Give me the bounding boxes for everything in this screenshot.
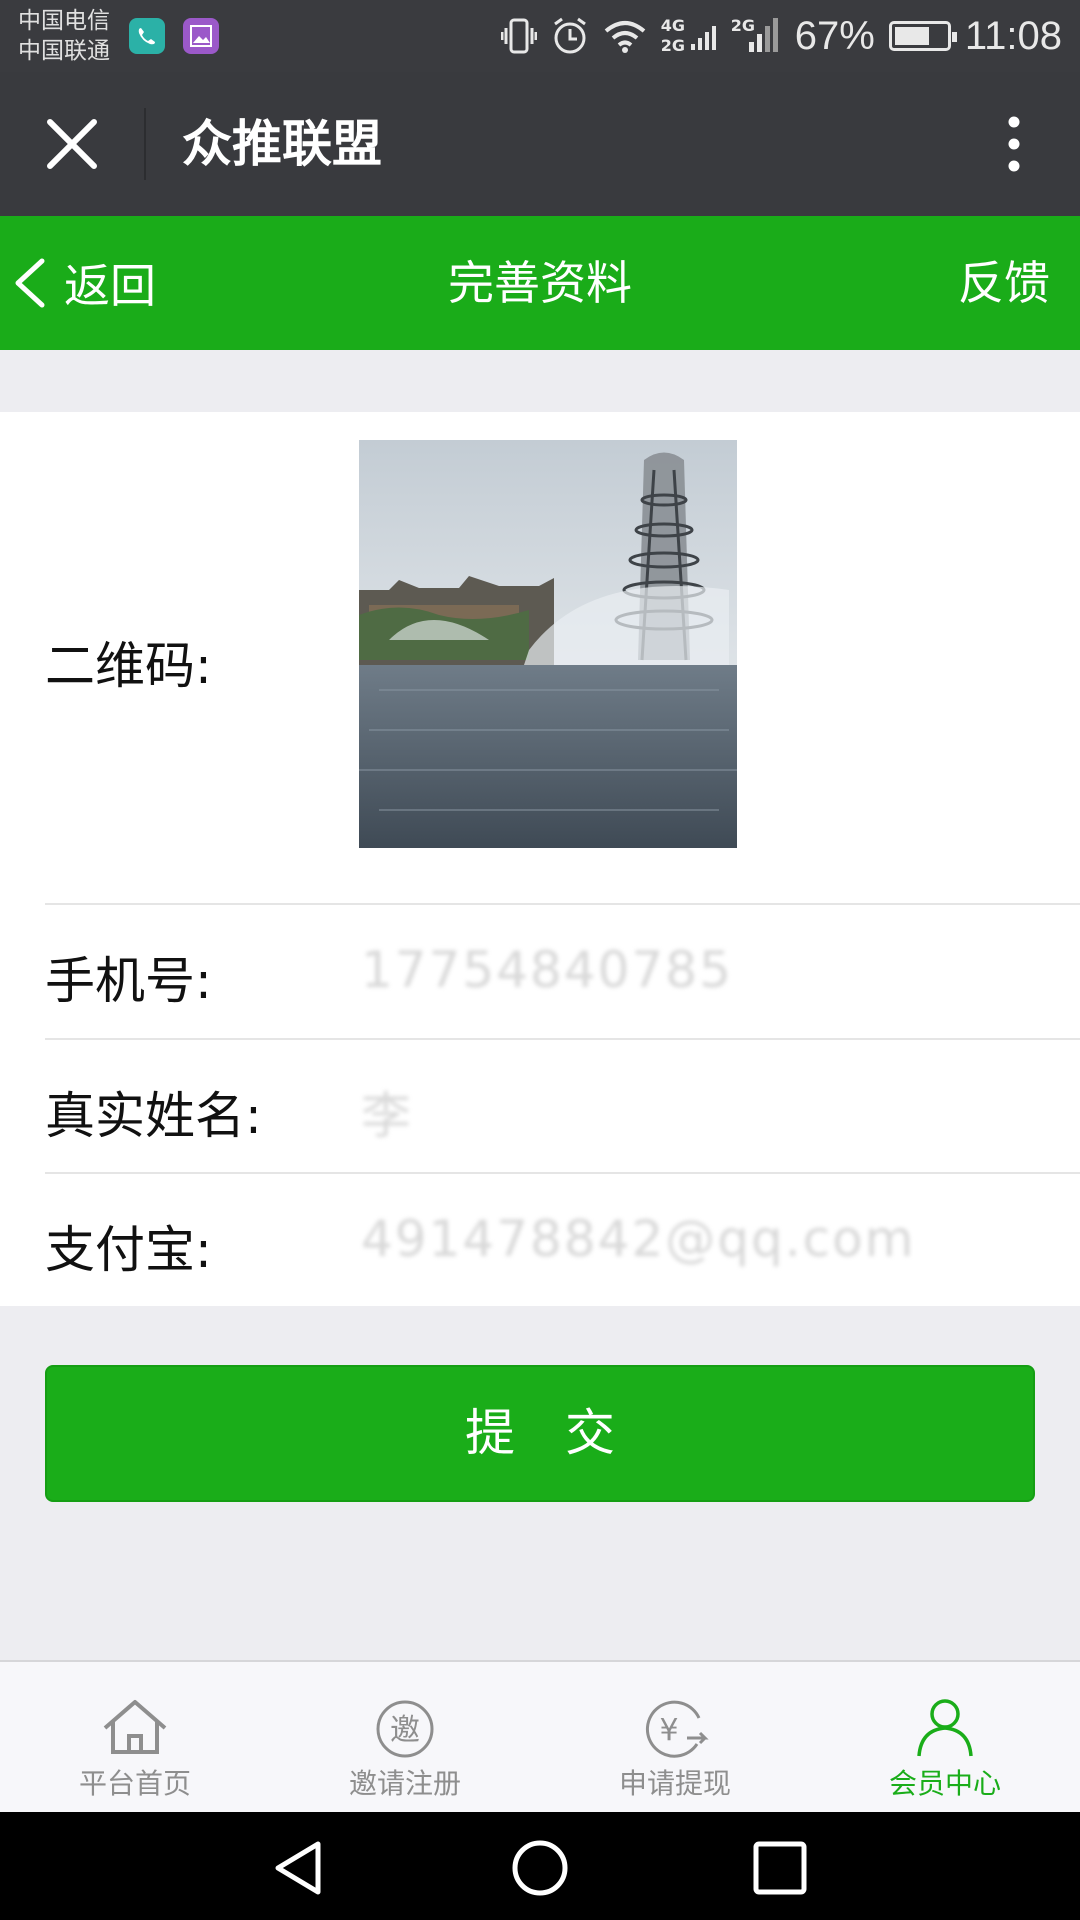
back-triangle-icon[interactable]: [270, 1838, 330, 1898]
battery-percent: 67%: [794, 13, 875, 58]
clock: 11:08: [964, 13, 1062, 58]
invite-icon: 邀: [376, 1700, 434, 1758]
gallery-app-icon: [183, 18, 219, 54]
tab-label-invite: 邀请注册: [348, 1767, 461, 1800]
svg-text:¥: ¥: [659, 1713, 678, 1748]
signal-2g-icon: 2G: [731, 14, 781, 58]
carrier-labels: 中国电信 中国联通: [18, 6, 110, 66]
name-row: 真实姓名: 李: [45, 1040, 1080, 1174]
profile-form: 二维码: 手机号: 17754840785 真实姓名: 李 支付宝: 49147…: [0, 412, 1080, 1306]
more-vertical-icon[interactable]: [984, 108, 1044, 180]
tab-platform-home[interactable]: 平台首页: [0, 1662, 270, 1812]
tab-apply-withdraw[interactable]: ¥ 申请提现: [540, 1662, 810, 1812]
phone-value: 17754840785: [361, 941, 733, 999]
status-bar: 中国电信 中国联通 4G 2G 2G 67% 11:08: [0, 0, 1080, 72]
battery-fill: [894, 27, 929, 45]
tab-member-center[interactable]: 会员中心: [810, 1662, 1080, 1812]
alipay-row: 支付宝: 491478842@qq.com: [45, 1174, 1080, 1306]
signal-4g-icon: 4G 2G: [661, 14, 717, 58]
wechat-title: 众推联盟: [182, 115, 382, 173]
title-separator: [144, 108, 146, 180]
tab-label-home: 平台首页: [78, 1767, 191, 1800]
feedback-link[interactable]: 反馈: [958, 216, 1050, 350]
status-icons: 4G 2G 2G 67% 11:08: [500, 0, 1062, 72]
phone-app-icon: [129, 18, 165, 54]
alarm-icon: [553, 17, 586, 54]
carrier-2: 中国联通: [18, 38, 110, 64]
qr-code-image[interactable]: [359, 440, 737, 848]
vibrate-icon: [500, 18, 537, 54]
phone-row: 手机号: 17754840785: [45, 905, 1080, 1040]
tab-label-withdraw: 申请提现: [618, 1767, 731, 1800]
battery-icon: [888, 21, 957, 51]
real-name-value: 李: [361, 1087, 413, 1145]
real-name-label: 真实姓名:: [45, 1087, 262, 1145]
carrier-1: 中国电信: [18, 8, 110, 34]
alipay-label: 支付宝:: [45, 1221, 212, 1279]
recents-square-icon[interactable]: [750, 1838, 810, 1898]
close-icon[interactable]: [36, 108, 108, 180]
qr-code-label: 二维码:: [45, 637, 212, 695]
submit-button[interactable]: 提交: [45, 1365, 1035, 1502]
svg-text:邀: 邀: [390, 1713, 420, 1748]
home-icon: [103, 1700, 167, 1754]
home-circle-icon[interactable]: [510, 1838, 570, 1898]
withdraw-icon: ¥: [645, 1700, 709, 1758]
system-nav-bar: [0, 1812, 1080, 1920]
wechat-title-bar: 众推联盟: [0, 72, 1080, 216]
wifi-icon: [604, 21, 646, 53]
member-icon: [917, 1699, 973, 1757]
page-title: 完善资料: [448, 256, 632, 310]
page-header: 返回 完善资料 反馈: [0, 216, 1080, 350]
qr-code-row: 二维码:: [45, 412, 1080, 905]
tab-label-member: 会员中心: [888, 1767, 1001, 1800]
alipay-value: 491478842@qq.com: [361, 1210, 916, 1268]
bottom-tab-bar: 平台首页 邀 邀请注册 ¥ 申请提现 会员中心: [0, 1660, 1080, 1812]
tab-invite-register[interactable]: 邀 邀请注册: [270, 1662, 540, 1812]
screen: 中国电信 中国联通 4G 2G 2G 67% 11:08 众推联盟 返回 完善资…: [0, 0, 1080, 1920]
phone-label: 手机号:: [45, 952, 212, 1010]
